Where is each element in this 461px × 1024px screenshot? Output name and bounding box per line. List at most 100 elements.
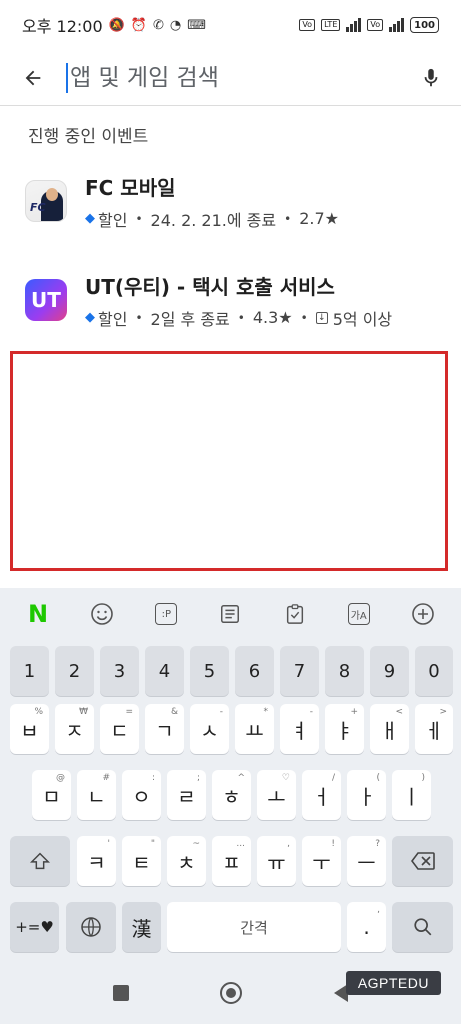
alarm-icon: ⏰ <box>130 17 148 33</box>
key-a[interactable]: (ㅏ <box>347 770 386 820</box>
lte-label: LTE <box>321 19 341 31</box>
discount-tag-icon: ◆ <box>85 211 95 226</box>
key-giyeok[interactable]: & ㄱ <box>145 704 184 754</box>
add-icon[interactable] <box>403 594 443 634</box>
key-row-2: @ ㅁ # ㄴ :ㅇ ; ㄹ ^ ㅎ ♡ ㅗ / ㅓ (ㅏ ) ㅣ <box>0 770 461 822</box>
symbols-key[interactable]: +=♥ <box>10 902 59 952</box>
backspace-key[interactable] <box>392 836 453 886</box>
key-1[interactable]: 1 <box>10 646 49 696</box>
battery-level: 100 <box>414 19 435 31</box>
key-0[interactable]: 0 <box>415 646 453 696</box>
key-ya[interactable]: + ㅑ <box>325 704 364 754</box>
event-title: UT(우티) - 택시 호출 서비스 <box>85 274 335 299</box>
text-cursor <box>66 62 68 93</box>
key-ieung[interactable]: :ㅇ <box>122 770 161 820</box>
keyboard-toolbar: N :P 가A <box>0 588 461 640</box>
search-input[interactable] <box>69 64 401 91</box>
key-yeo[interactable]: -ㅕ <box>280 704 319 754</box>
key-hieut[interactable]: ^ ㅎ <box>212 770 251 820</box>
key-7[interactable]: 7 <box>280 646 319 696</box>
key-8[interactable]: 8 <box>325 646 364 696</box>
event-tag: 할인 <box>98 309 128 329</box>
event-tag: 할인 <box>98 210 128 230</box>
number-row: 1 2 3 4 5 6 7 8 9 0 <box>0 646 461 698</box>
events-heading: 진행 중인 이벤트 <box>28 127 149 147</box>
key-eu[interactable]: ? ㅡ <box>347 836 386 886</box>
key-2[interactable]: 2 <box>55 646 94 696</box>
microphone-icon <box>424 68 438 86</box>
keyboard: N :P 가A 1 2 3 4 5 6 7 8 9 0 % ㅂ ₩ ㅈ = ㄷ & ㄱ … <box>0 588 461 962</box>
event-rating: 2.7★ <box>299 209 339 228</box>
key-nieun[interactable]: # ㄴ <box>77 770 116 820</box>
separator-dot: • <box>300 310 308 325</box>
key-u[interactable]: ! ㅜ <box>302 836 341 886</box>
language-key[interactable] <box>66 902 116 952</box>
search-icon <box>413 918 431 936</box>
event-item-fc-mobile[interactable]: FC FC 모바일 ◆ 할인 • 24. 2. 21.에 종료 • 2.7★ <box>0 161 461 241</box>
globe-icon <box>81 917 101 937</box>
voice-search-button[interactable] <box>401 50 461 106</box>
event-rating: 4.3★ <box>252 308 293 327</box>
search-key[interactable] <box>392 902 453 952</box>
key-3[interactable]: 3 <box>100 646 139 696</box>
key-siot[interactable]: -ㅅ <box>190 704 229 754</box>
shift-key[interactable] <box>10 836 70 886</box>
signal-strength-icon <box>346 18 362 32</box>
key-rieul[interactable]: ; ㄹ <box>167 770 206 820</box>
key-row-3: ' ㅋ " ㅌ ~ ㅊ ... ㅍ ,ㅠ ! ㅜ ? ㅡ <box>0 836 461 888</box>
key-mieum[interactable]: @ ㅁ <box>32 770 71 820</box>
space-key[interactable]: 간격 <box>167 902 341 952</box>
key-9[interactable]: 9 <box>370 646 409 696</box>
event-end: 2일 후 종료 <box>150 309 230 329</box>
sticker-icon[interactable]: :P <box>146 594 186 634</box>
key-5[interactable]: 5 <box>190 646 229 696</box>
key-jieut[interactable]: ₩ ㅈ <box>55 704 94 754</box>
memo-icon[interactable] <box>210 594 250 634</box>
ut-app-icon: UT <box>25 279 67 321</box>
shift-icon <box>29 852 51 870</box>
key-chieut[interactable]: ~ ㅊ <box>167 836 206 886</box>
clipboard-icon[interactable] <box>275 594 315 634</box>
status-time: 오후 12:00 <box>22 17 103 36</box>
key-i[interactable]: ) ㅣ <box>392 770 431 820</box>
recents-icon <box>112 985 129 1001</box>
key-eo[interactable]: / ㅓ <box>302 770 341 820</box>
key-ae[interactable]: < ㅐ <box>370 704 409 754</box>
key-yo[interactable]: * ㅛ <box>235 704 274 754</box>
key-o[interactable]: ♡ ㅗ <box>257 770 296 820</box>
search-bar <box>0 50 461 106</box>
recent-apps-button[interactable] <box>107 979 135 1007</box>
mute-notification-icon: 🔕 <box>108 17 125 33</box>
discount-tag-icon: ◆ <box>85 310 95 325</box>
volte-badge-2-icon: Vo <box>367 19 384 31</box>
home-button[interactable] <box>217 979 245 1007</box>
key-e[interactable]: > ㅔ <box>415 704 453 754</box>
status-bar: 오후 12:00 🔕 ⏰ ✆ ◔ ⌨ Vo LTE Vo 100 <box>0 0 461 50</box>
hanja-key[interactable]: 漢 <box>122 902 161 952</box>
key-digeut[interactable]: = ㄷ <box>100 704 139 754</box>
home-icon <box>219 982 242 1004</box>
key-tieut[interactable]: " ㅌ <box>122 836 161 886</box>
event-title: FC 모바일 <box>85 175 176 200</box>
key-pieup[interactable]: ... ㅍ <box>212 836 251 886</box>
event-end: 24. 2. 21.에 종료 <box>150 210 277 230</box>
separator-dot: • <box>237 310 245 325</box>
key-row-4: +=♥ 漢 간격 ,. <box>0 902 461 954</box>
separator-dot: • <box>135 211 143 226</box>
event-item-ut[interactable]: UT UT(우티) - 택시 호출 서비스 ◆ 할인 • 2일 후 종료 • 4… <box>0 260 461 340</box>
key-yu[interactable]: ,ㅠ <box>257 836 296 886</box>
key-bieup[interactable]: % ㅂ <box>10 704 49 754</box>
event-downloads: 5억 이상 <box>332 309 393 329</box>
emoji-icon[interactable] <box>82 594 122 634</box>
key-4[interactable]: 4 <box>145 646 184 696</box>
search-field[interactable] <box>66 58 401 98</box>
wifi-call-icon: ✆ <box>153 17 164 33</box>
key-6[interactable]: 6 <box>235 646 274 696</box>
volte-badge-icon: Vo <box>299 19 316 31</box>
back-button[interactable] <box>0 50 66 106</box>
period-key[interactable]: ,. <box>347 902 386 952</box>
key-kieuk[interactable]: ' ㅋ <box>77 836 116 886</box>
volte-icon: ◔ <box>169 17 182 33</box>
naver-n-icon[interactable]: N <box>18 594 58 634</box>
translate-icon[interactable]: 가A <box>339 594 379 634</box>
